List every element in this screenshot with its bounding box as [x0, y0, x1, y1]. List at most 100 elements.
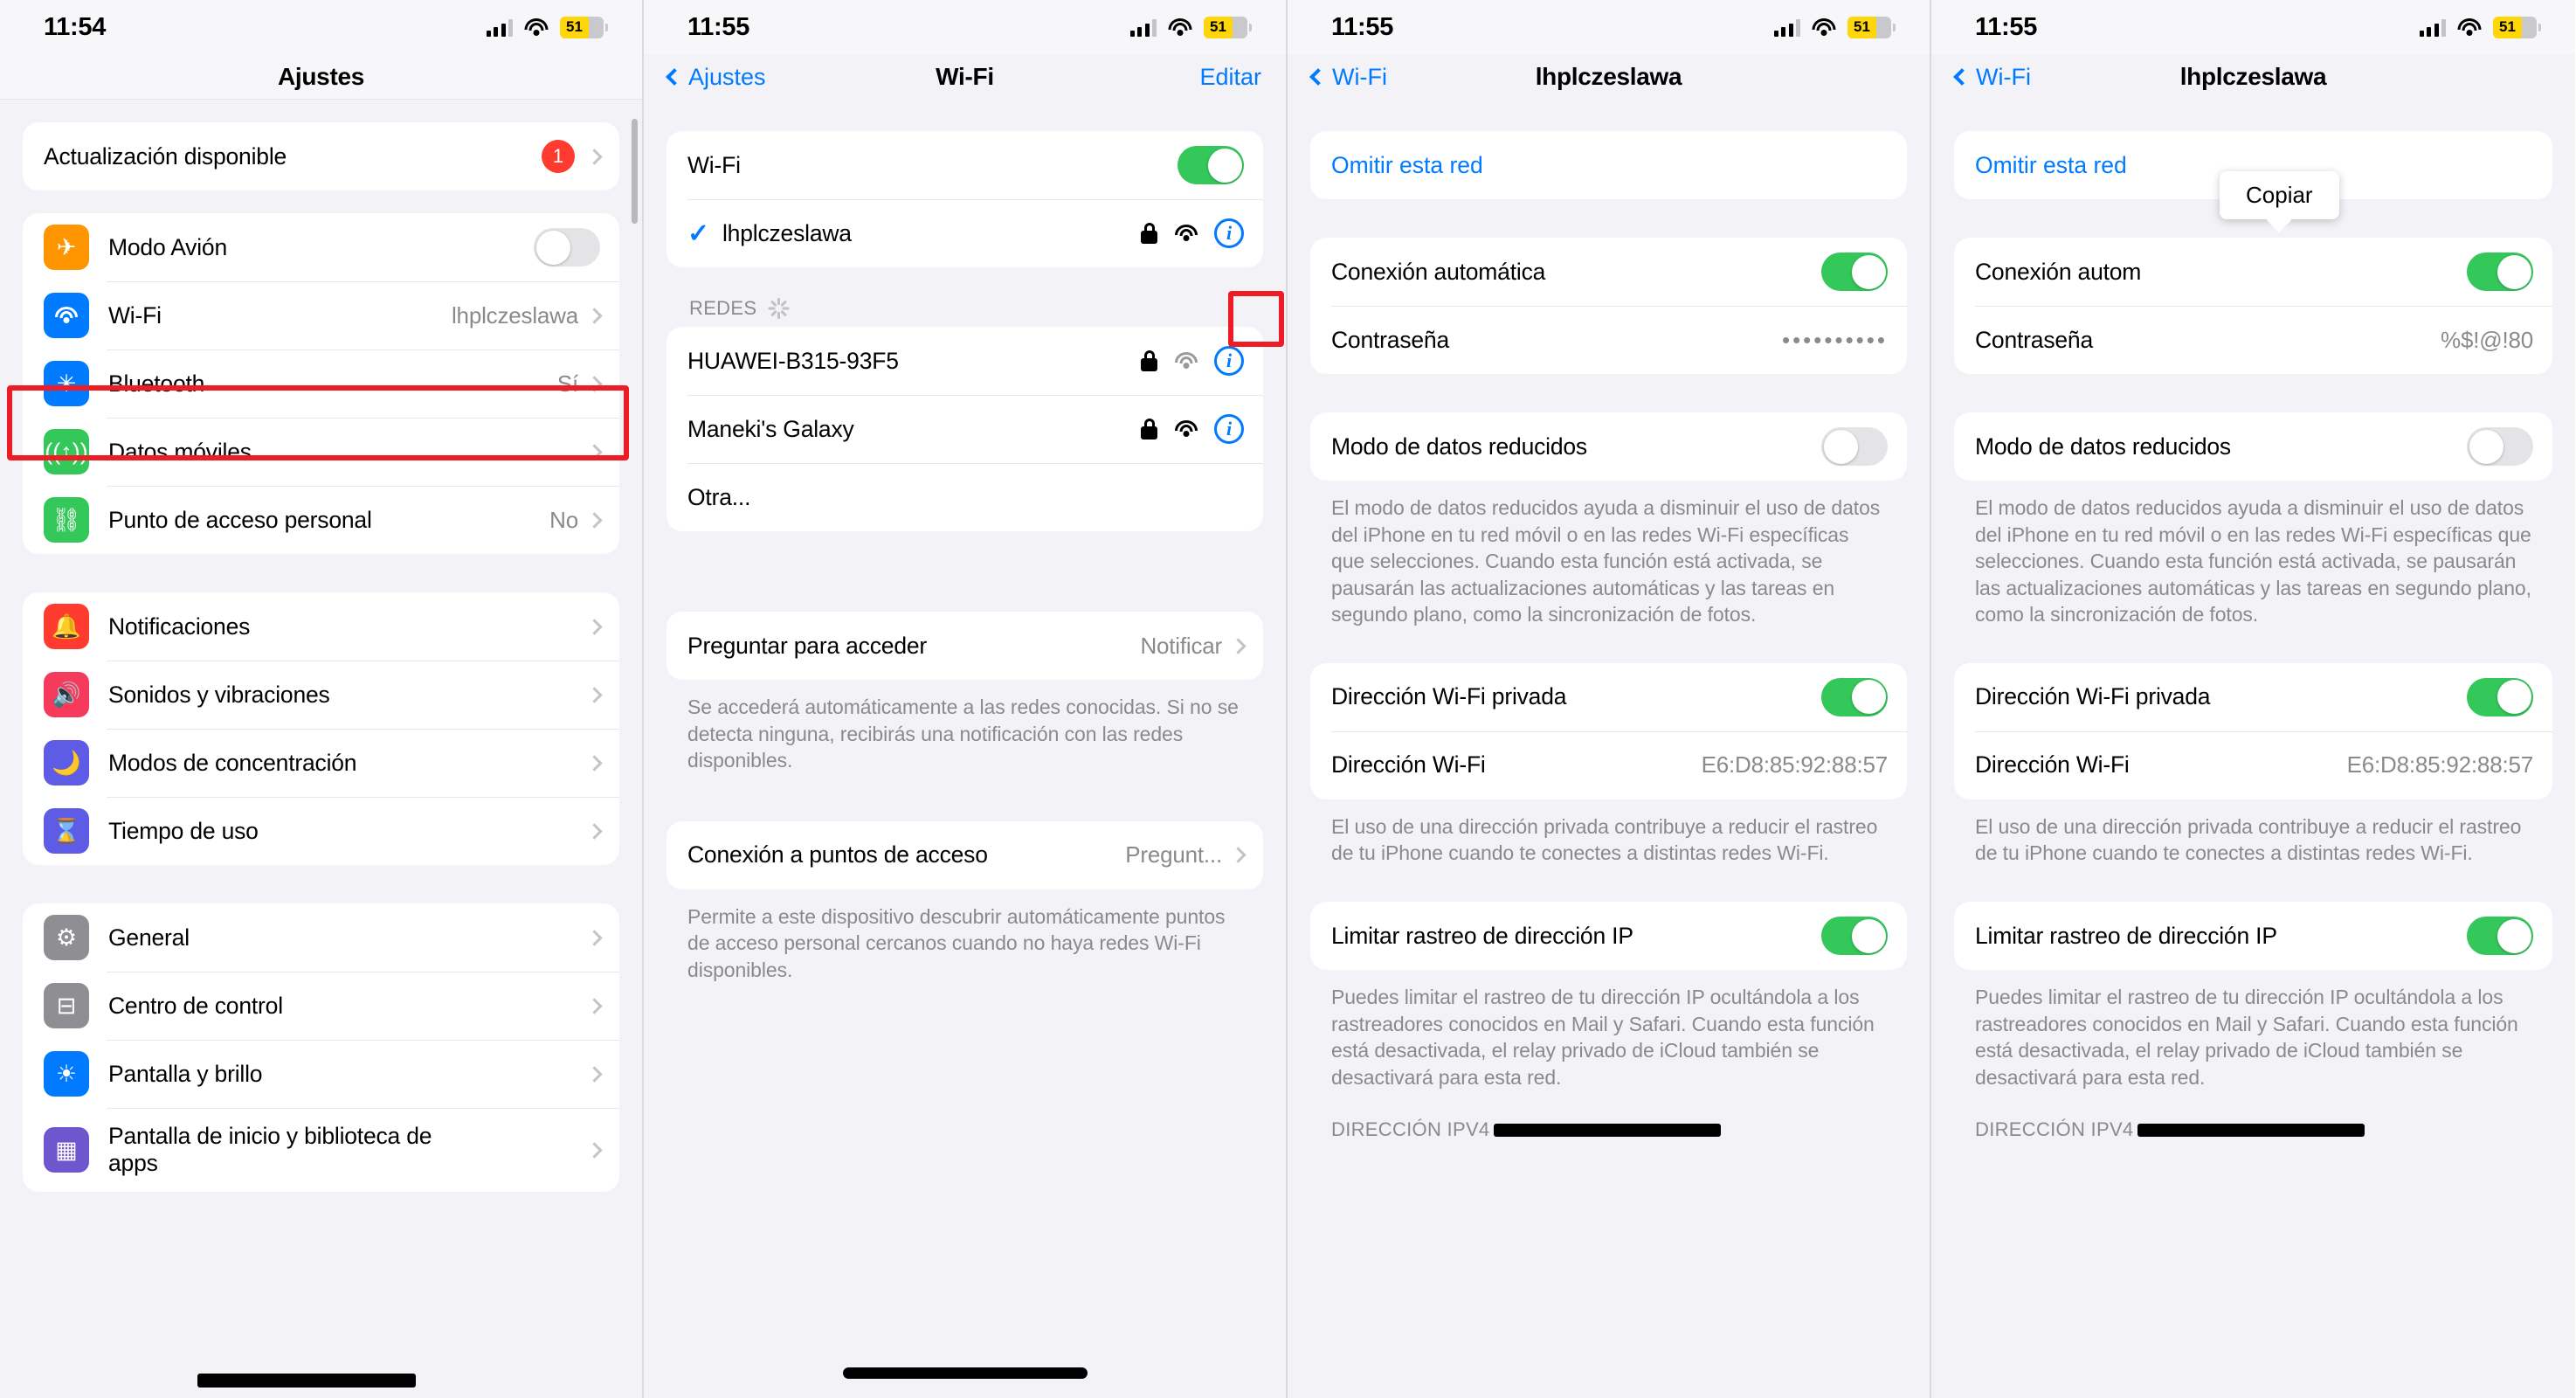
hotspot-value: No [549, 506, 578, 533]
password-value[interactable]: •••••••••• [1782, 327, 1888, 354]
private-address-group: Dirección Wi-Fi privada Dirección Wi-Fi … [1954, 662, 2552, 799]
sidebar-item-control-center[interactable]: ⊟ Centro de control [23, 972, 619, 1040]
sidebar-item-general[interactable]: ⚙ General [23, 903, 619, 972]
navigation-bar: Ajustes [0, 54, 642, 100]
limit-ip-row[interactable]: Limitar rastreo de dirección IP [1954, 902, 2552, 970]
wifi-status-icon [1168, 17, 1192, 37]
sidebar-item-home-screen[interactable]: ▦ Pantalla de inicio y biblioteca de app… [23, 1108, 619, 1192]
chevron-right-icon [586, 443, 603, 460]
back-button[interactable]: Wi-Fi [1953, 64, 2031, 91]
sidebar-item-airplane-mode[interactable]: ✈ Modo Avión [23, 213, 619, 281]
sidebar-item-cellular[interactable]: ((↑)) Datos móviles [23, 418, 619, 486]
wifi-toggle-label: Wi-Fi [687, 151, 741, 178]
software-update-label: Actualización disponible [44, 142, 287, 170]
connection-group: Conexión automática Contraseña •••••••••… [1310, 238, 1907, 374]
chevron-right-icon [586, 929, 603, 946]
auto-join-row[interactable]: Conexión autom [1954, 238, 2552, 306]
cellular-icon: ((↑)) [44, 429, 89, 474]
private-address-toggle[interactable] [1821, 677, 1888, 716]
battery-icon: 51 [560, 16, 608, 38]
status-bar: 11:55 51 [644, 0, 1286, 54]
sidebar-item-bluetooth[interactable]: ✳ Bluetooth Sí [23, 350, 619, 418]
sidebar-item-sounds[interactable]: 🔊 Sonidos y vibraciones [23, 661, 619, 729]
battery-percent: 51 [1854, 18, 1870, 35]
sidebar-item-wifi[interactable]: Wi-Fi lhplczeslawa [23, 281, 619, 350]
page-title: Ajustes [277, 62, 365, 90]
wifi-power-row[interactable]: Wi-Fi [666, 131, 1263, 199]
private-address-label: Dirección Wi-Fi privada [1975, 683, 2211, 710]
hotspot-join-note: Permite a este dispositivo descubrir aut… [687, 904, 1226, 981]
chevron-right-icon [586, 1065, 603, 1083]
hotspot-join-row[interactable]: Conexión a puntos de acceso Pregunt... [666, 821, 1263, 889]
private-address-toggle[interactable] [2467, 677, 2533, 716]
navigation-bar: Wi-Fi lhplczeslawa [1931, 54, 2575, 100]
ask-to-join-row[interactable]: Preguntar para acceder Notificar [666, 612, 1263, 680]
forget-network-label: Omitir esta red [1331, 151, 1483, 178]
status-clock: 11:54 [44, 12, 107, 41]
home-screen-label: Pantalla de inicio y biblioteca de apps [108, 1122, 432, 1176]
connected-network-row[interactable]: ✓ lhplczeslawa i [666, 199, 1263, 267]
sidebar-item-display[interactable]: ☀ Pantalla y brillo [23, 1040, 619, 1108]
status-clock: 11:55 [687, 12, 750, 41]
low-data-row[interactable]: Modo de datos reducidos [1310, 412, 1907, 481]
scrollbar[interactable] [632, 119, 638, 224]
network-name: Maneki's Galaxy [687, 415, 854, 442]
forget-network-row[interactable]: Omitir esta red [1310, 131, 1907, 199]
password-row[interactable]: Contraseña •••••••••• [1310, 306, 1907, 374]
airplane-mode-toggle[interactable] [534, 228, 600, 266]
back-button[interactable]: Ajustes [666, 64, 766, 91]
info-icon[interactable]: i [1214, 218, 1244, 248]
limit-ip-row[interactable]: Limitar rastreo de dirección IP [1310, 902, 1907, 970]
wifi-address-label: Dirección Wi-Fi [1331, 751, 1486, 779]
private-address-group: Dirección Wi-Fi privada Dirección Wi-Fi … [1310, 662, 1907, 799]
forget-network-label: Omitir esta red [1975, 151, 2127, 178]
auto-join-row[interactable]: Conexión automática [1310, 238, 1907, 306]
low-data-toggle[interactable] [2467, 427, 2533, 466]
ipv4-header-label: DIRECCIÓN IPV4 [1975, 1118, 2134, 1141]
battery-percent: 51 [566, 18, 583, 35]
sidebar-item-software-update[interactable]: Actualización disponible 1 [23, 122, 619, 190]
status-badge: 1 [542, 140, 575, 173]
private-address-row[interactable]: Dirección Wi-Fi privada [1310, 663, 1907, 731]
auto-join-toggle[interactable] [2467, 253, 2533, 291]
chevron-right-icon [586, 822, 603, 840]
lock-icon [1141, 350, 1157, 371]
sidebar-item-screen-time[interactable]: ⌛ Tiempo de uso [23, 797, 619, 865]
info-icon[interactable]: i [1214, 414, 1244, 444]
networks-section-header: REDES [666, 267, 1263, 327]
network-name: Otra... [687, 483, 751, 510]
list-item-other-network[interactable]: Otra... [666, 463, 1263, 531]
notifications-label: Notificaciones [108, 612, 251, 640]
chevron-right-icon [1230, 637, 1247, 654]
app-library-icon: ▦ [44, 1127, 89, 1173]
edit-button[interactable]: Editar [1199, 64, 1261, 91]
low-data-row[interactable]: Modo de datos reducidos [1954, 412, 2552, 481]
copy-tooltip[interactable]: Copiar [2220, 171, 2339, 233]
password-value[interactable]: %$!@!80 [2441, 327, 2533, 354]
auto-join-toggle[interactable] [1821, 253, 1888, 291]
low-data-toggle[interactable] [1821, 427, 1888, 466]
chevron-right-icon [586, 997, 603, 1014]
ask-to-join-note: Se accederá automáticamente a las redes … [687, 696, 1239, 772]
limit-ip-toggle[interactable] [1821, 917, 1888, 956]
wifi-toggle[interactable] [1178, 146, 1244, 184]
sidebar-item-personal-hotspot[interactable]: ⛓ Punto de acceso personal No [23, 486, 619, 554]
home-indicator [842, 1367, 1088, 1379]
airplane-icon: ✈ [44, 225, 89, 270]
list-item[interactable]: HUAWEI-B315-93F5 i [666, 327, 1263, 395]
limit-ip-note: Puedes limitar el rastreo de tu direcció… [1331, 986, 1875, 1089]
sidebar-item-focus[interactable]: 🌙 Modos de concentración [23, 729, 619, 797]
back-button[interactable]: Wi-Fi [1309, 64, 1387, 91]
display-label: Pantalla y brillo [108, 1060, 263, 1087]
private-address-row[interactable]: Dirección Wi-Fi privada [1954, 663, 2552, 731]
password-row[interactable]: Contraseña %$!@!80 [1954, 306, 2552, 374]
sidebar-item-notifications[interactable]: 🔔 Notificaciones [23, 592, 619, 661]
limit-ip-group: Limitar rastreo de dirección IP [1310, 902, 1907, 971]
redaction-bar [197, 1374, 416, 1388]
info-icon[interactable]: i [1214, 346, 1244, 376]
forget-network-group: Omitir esta red [1310, 131, 1907, 199]
cellular-signal-icon [2419, 18, 2446, 37]
auto-join-label: Conexión autom [1975, 258, 2142, 285]
list-item[interactable]: Maneki's Galaxy i [666, 395, 1263, 463]
limit-ip-toggle[interactable] [2467, 917, 2533, 956]
